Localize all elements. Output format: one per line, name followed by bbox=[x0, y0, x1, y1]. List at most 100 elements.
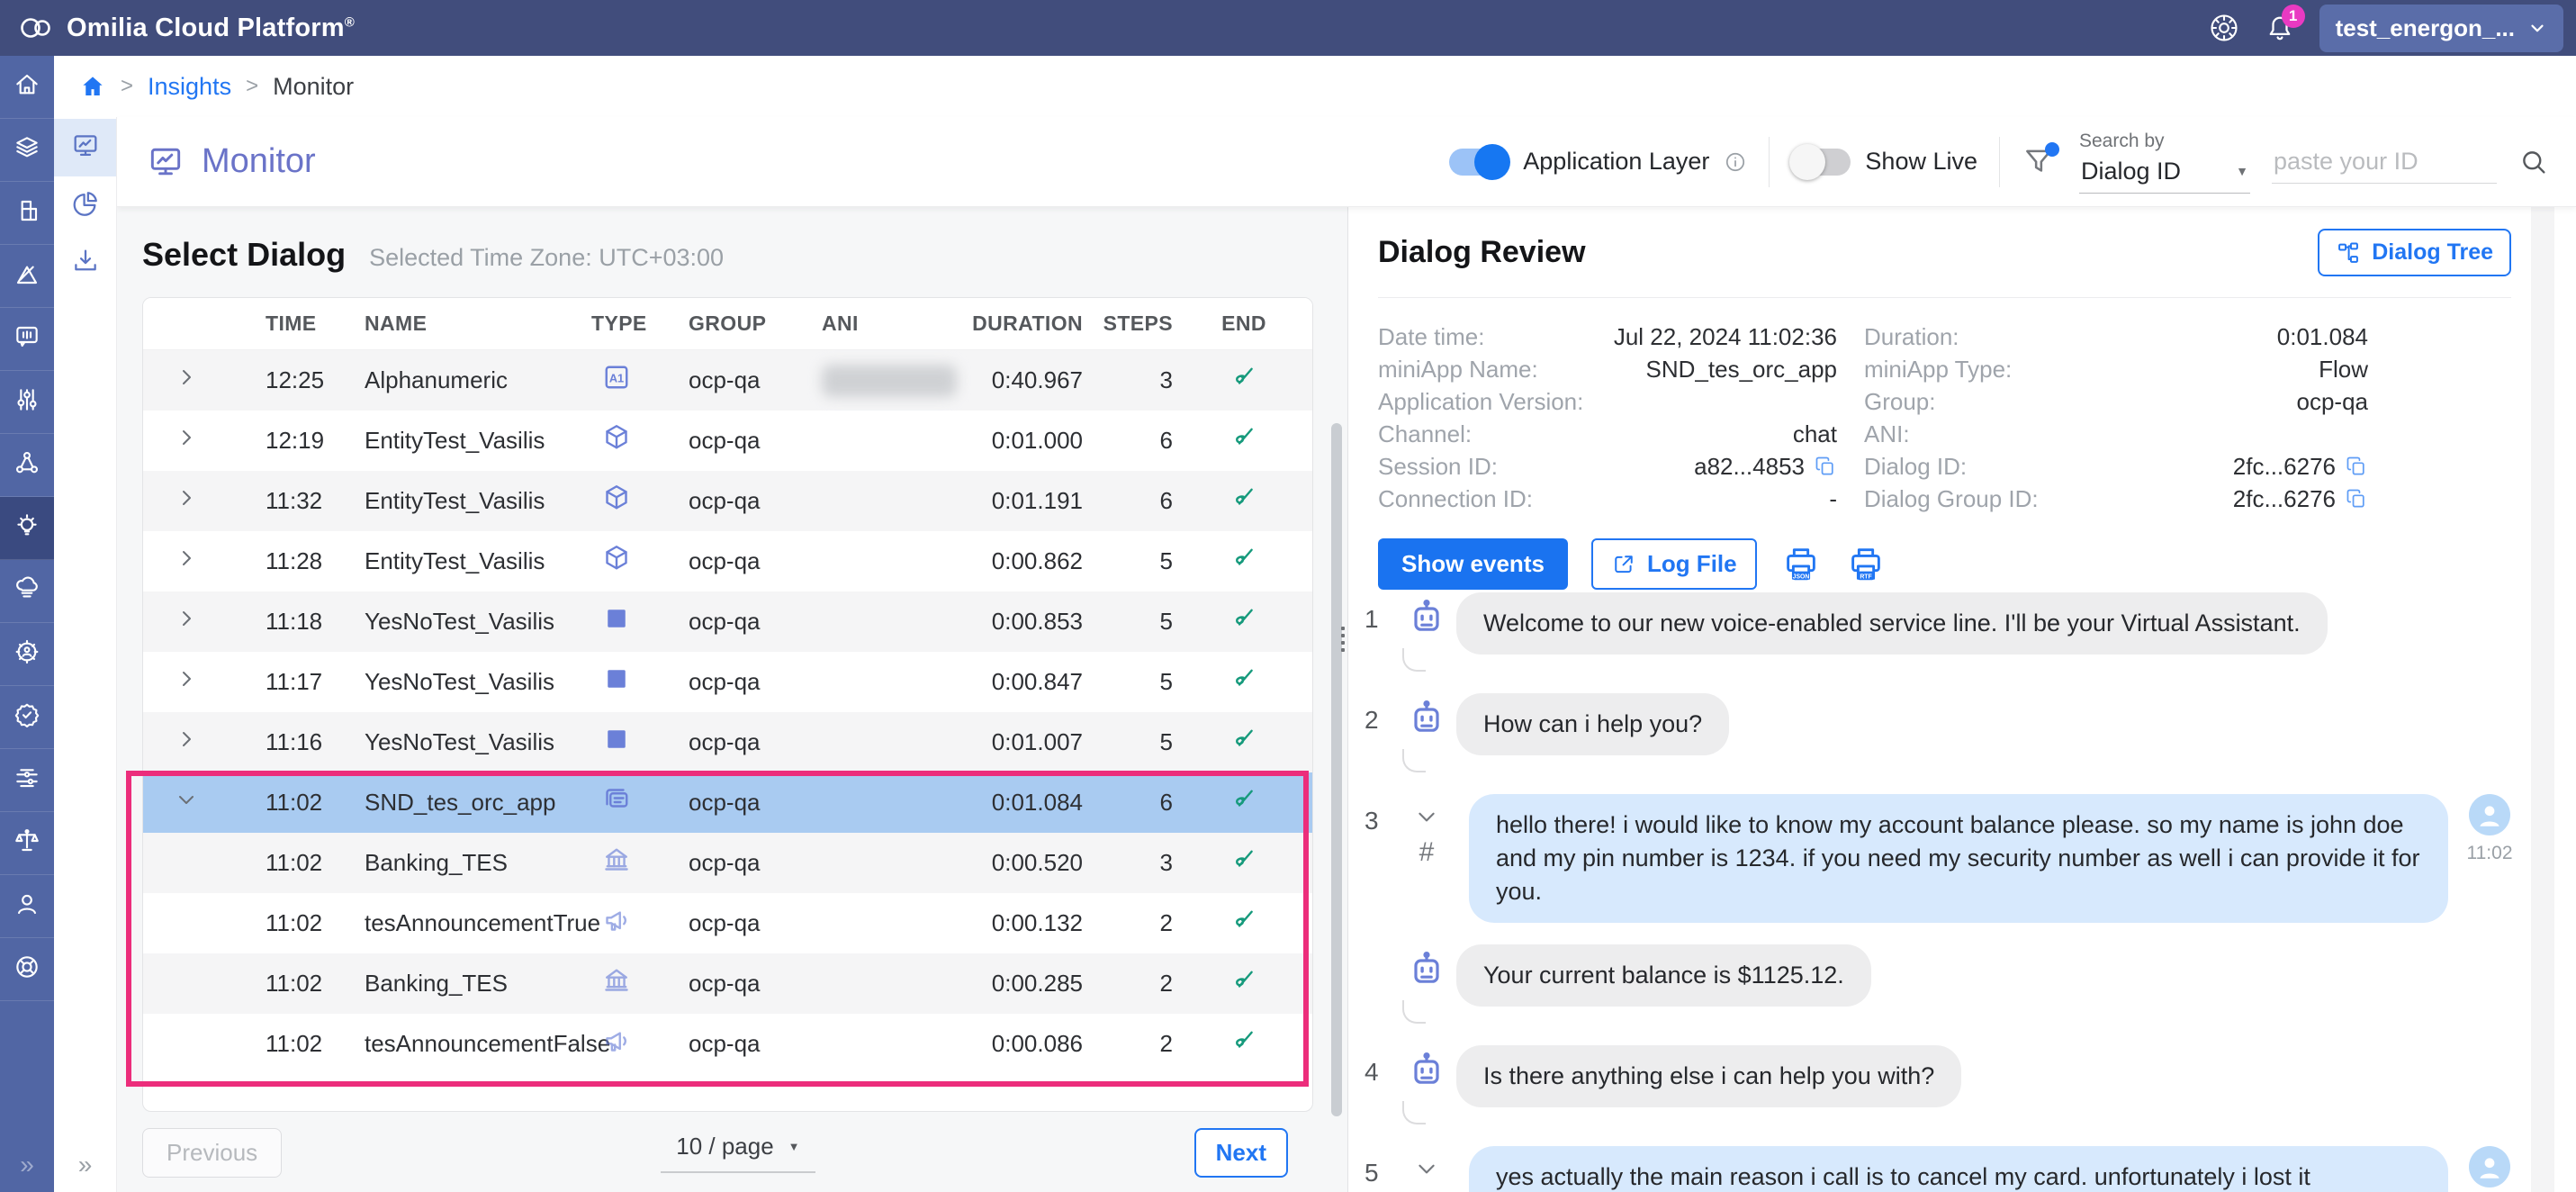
collapse-message-icon[interactable] bbox=[1415, 805, 1438, 828]
notifications-bell-icon[interactable]: 1 bbox=[2264, 12, 2296, 44]
monitor-icon bbox=[70, 131, 101, 166]
user-menu-button[interactable]: test_energon_... bbox=[2319, 5, 2563, 52]
table-scrollbar-thumb[interactable] bbox=[1331, 423, 1342, 1116]
dialog-row-YesNoTest_Vasilis[interactable]: 11:18YesNoTest_Vasilisocp-qa0:00.8535 bbox=[143, 591, 1312, 652]
dialog-row-Banking_TES[interactable]: 11:02Banking_TESocp-qa0:00.2852 bbox=[143, 953, 1312, 1014]
sidebar-item-home[interactable] bbox=[0, 56, 54, 119]
user-avatar bbox=[2469, 1146, 2510, 1187]
sidebar-item-cloud-services[interactable] bbox=[0, 560, 54, 623]
expand-row-icon[interactable] bbox=[176, 608, 197, 636]
expand-row-icon[interactable] bbox=[176, 366, 197, 394]
cell-group: ocp-qa bbox=[689, 1030, 822, 1058]
subsidebar-collapse-button[interactable]: » bbox=[54, 1138, 116, 1192]
dialog-row-EntityTest_Vasilis[interactable]: 11:32EntityTest_Vasilisocp-qa0:01.1916 bbox=[143, 471, 1312, 531]
message-number: 2 bbox=[1365, 693, 1397, 735]
sidebar-item-orchestrator[interactable] bbox=[0, 434, 54, 497]
review-scrollbar-track[interactable] bbox=[2531, 207, 2554, 1192]
copy-icon[interactable] bbox=[2345, 455, 2368, 478]
bot-avatar-icon bbox=[1405, 1049, 1448, 1092]
breadcrumb-insights-link[interactable]: Insights bbox=[148, 73, 231, 101]
sidebar-item-applications[interactable] bbox=[0, 182, 54, 245]
dialog-row-EntityTest_Vasilis[interactable]: 11:28EntityTest_Vasilisocp-qa0:00.8625 bbox=[143, 531, 1312, 591]
dialog-row-Alphanumeric[interactable]: 12:25AlphanumericA1ocp-qa0:40.9673 bbox=[143, 350, 1312, 411]
detail-field: Dialog ID:2fc...6276 bbox=[1864, 450, 2368, 483]
collapse-message-icon[interactable] bbox=[1415, 1157, 1438, 1180]
search-by-select[interactable]: Dialog ID ▼ bbox=[2079, 154, 2250, 194]
show-live-toggle[interactable] bbox=[1791, 149, 1851, 176]
show-events-button[interactable]: Show events bbox=[1378, 538, 1568, 590]
cell-time: 11:16 bbox=[230, 728, 365, 756]
search-icon[interactable] bbox=[2518, 147, 2549, 177]
brand-title: Omilia Cloud Platform® bbox=[67, 14, 355, 43]
sidebar-item-controls[interactable] bbox=[0, 371, 54, 434]
sidebar-item-insights[interactable] bbox=[0, 497, 54, 560]
cell-steps: 6 bbox=[1083, 427, 1173, 455]
dialog-row-YesNoTest_Vasilis[interactable]: 11:16YesNoTest_Vasilisocp-qa0:01.0075 bbox=[143, 712, 1312, 772]
expand-row-icon[interactable] bbox=[176, 487, 197, 515]
copy-icon[interactable] bbox=[2345, 487, 2368, 510]
user-message-bubble: hello there! i would like to know my acc… bbox=[1469, 794, 2448, 923]
call-end-icon bbox=[1230, 424, 1257, 457]
breadcrumb-home-icon[interactable] bbox=[79, 73, 106, 100]
call-end-icon bbox=[1230, 1027, 1257, 1061]
sidebar-item-exports[interactable] bbox=[54, 234, 116, 292]
next-page-button[interactable]: Next bbox=[1194, 1128, 1288, 1178]
export-json-icon[interactable]: JSON bbox=[1780, 542, 1822, 587]
cell-group: ocp-qa bbox=[689, 849, 822, 877]
previous-page-button[interactable]: Previous bbox=[142, 1128, 282, 1178]
expand-row-icon[interactable] bbox=[176, 668, 197, 696]
application-layer-toggle[interactable] bbox=[1449, 149, 1509, 176]
expand-row-icon[interactable] bbox=[176, 547, 197, 575]
breadcrumb-separator: > bbox=[121, 74, 133, 99]
sidebar-item-integrations[interactable] bbox=[0, 749, 54, 812]
scales-icon bbox=[13, 826, 41, 860]
cell-name: tesAnnouncementTrue bbox=[365, 909, 591, 937]
chevron-down-icon bbox=[2527, 18, 2547, 38]
copy-icon[interactable] bbox=[1814, 455, 1837, 478]
bot-avatar-icon bbox=[1405, 697, 1448, 740]
sidebar-item-monitor[interactable] bbox=[54, 119, 116, 176]
sidebar-item-support[interactable] bbox=[0, 938, 54, 1001]
info-icon[interactable] bbox=[1724, 150, 1747, 174]
log-file-button[interactable]: Log File bbox=[1591, 538, 1757, 590]
brand-home-link[interactable]: Omilia Cloud Platform® bbox=[18, 13, 355, 43]
detail-field: ANI: bbox=[1864, 418, 2368, 450]
cell-duration: 0:01.000 bbox=[939, 427, 1083, 455]
bot-message-bubble: Welcome to our new voice-enabled service… bbox=[1456, 592, 2328, 655]
dialog-row-Banking_TES[interactable]: 11:02Banking_TESocp-qa0:00.5203 bbox=[143, 833, 1312, 893]
page-size-select[interactable]: 10 / page ▼ bbox=[661, 1133, 815, 1173]
expand-row-icon[interactable] bbox=[176, 427, 197, 455]
dialog-row-tesAnnouncementFalse[interactable]: 11:02tesAnnouncementFalseocp-qa0:00.0862 bbox=[143, 1014, 1312, 1074]
filter-icon[interactable] bbox=[2022, 142, 2058, 182]
dialog-tree-button[interactable]: Dialog Tree bbox=[2318, 229, 2511, 276]
dialog-actions: Show events Log File JSON RTF bbox=[1378, 538, 1887, 590]
cell-time: 11:02 bbox=[230, 1030, 365, 1058]
sidebar-item-miniapps[interactable] bbox=[0, 119, 54, 182]
tree-icon bbox=[2336, 240, 2361, 266]
expand-row-icon[interactable] bbox=[176, 728, 197, 756]
sidebar-item-admin-settings[interactable] bbox=[0, 623, 54, 686]
settings-gear-icon[interactable] bbox=[2208, 12, 2240, 44]
message-number: 5 bbox=[1365, 1146, 1397, 1187]
cell-group: ocp-qa bbox=[689, 789, 822, 817]
field-label: ANI: bbox=[1864, 420, 1910, 448]
dialog-row-EntityTest_Vasilis[interactable]: 12:19EntityTest_Vasilisocp-qa0:01.0006 bbox=[143, 411, 1312, 471]
sidebar-item-compliance[interactable] bbox=[0, 812, 54, 875]
pane-resize-handle[interactable] bbox=[1341, 627, 1345, 652]
sidebar-item-reports[interactable] bbox=[54, 176, 116, 234]
sidebar-item-benchmarking[interactable] bbox=[0, 245, 54, 308]
secondary-sidebar: » bbox=[54, 117, 117, 1192]
dialog-row-YesNoTest_Vasilis[interactable]: 11:17YesNoTest_Vasilisocp-qa0:00.8475 bbox=[143, 652, 1312, 712]
sidebar-collapse-button[interactable]: » bbox=[0, 1138, 54, 1192]
search-by-label: Search by bbox=[2079, 131, 2250, 152]
sidebar-item-profile[interactable] bbox=[0, 875, 54, 938]
search-id-input[interactable] bbox=[2272, 140, 2497, 184]
collapse-row-icon[interactable] bbox=[176, 789, 197, 817]
field-label: miniApp Type: bbox=[1864, 356, 2012, 384]
dialog-row-tesAnnouncementTrue[interactable]: 11:02tesAnnouncementTrueocp-qa0:00.1322 bbox=[143, 893, 1312, 953]
sidebar-item-dialogs[interactable] bbox=[0, 308, 54, 371]
dialog-review-title: Dialog Review bbox=[1378, 235, 1586, 270]
export-rtf-icon[interactable]: RTF bbox=[1845, 542, 1887, 587]
dialog-row-SND_tes_orc_app[interactable]: 11:02SND_tes_orc_appocp-qa0:01.0846 bbox=[143, 772, 1312, 833]
sidebar-item-quality[interactable] bbox=[0, 686, 54, 749]
